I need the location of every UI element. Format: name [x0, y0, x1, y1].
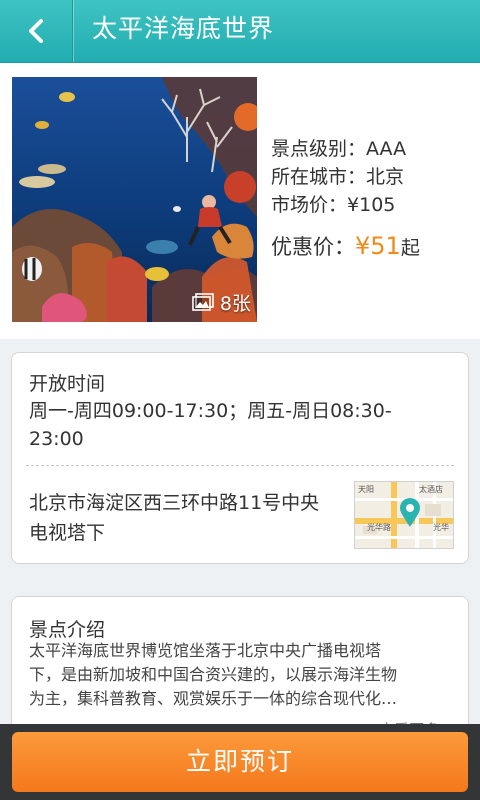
map-label-a: 天阳 [358, 485, 374, 494]
intro-line-1: 太平洋海底世界博览馆坐落于北京中央广播电视塔 [29, 641, 382, 660]
hours-line-1: 周一-周四09:00-17:30；周五-周日08:30- [29, 400, 392, 422]
discount-price-value: ¥51 [355, 232, 401, 260]
address-line-1: 北京市海淀区西三环中路11号中央 [29, 492, 320, 514]
attraction-photo[interactable]: 8张 [12, 77, 257, 322]
chevron-left-icon [29, 19, 43, 43]
opening-hours: 周一-周四09:00-17:30；周五-周日08:30- 23:00 [29, 397, 449, 453]
attraction-summary: 8张 景点级别：AAA 所在城市：北京 市场价：¥105 优惠价：¥51起 [0, 63, 480, 339]
level-value: AAA [366, 138, 407, 160]
hours-location-card: 开放时间 周一-周四09:00-17:30；周五-周日08:30- 23:00 … [11, 352, 469, 564]
discount-price-row: 优惠价：¥51起 [271, 231, 420, 261]
bottom-bar: 立即预订 [0, 724, 480, 800]
map-label-c: 光华路 [367, 523, 391, 532]
photo-count-text: 8张 [219, 292, 251, 315]
photo-count-badge: 8张 [192, 286, 251, 318]
intro-text: 太平洋海底世界博览馆坐落于北京中央广播电视塔 下，是由新加坡和中国合资兴建的，以… [29, 639, 453, 711]
market-price-value: ¥105 [347, 194, 396, 216]
level-row: 景点级别：AAA [271, 135, 420, 163]
market-price-row: 市场价：¥105 [271, 191, 420, 219]
map-pin-icon [400, 498, 420, 527]
city-row: 所在城市：北京 [271, 163, 420, 191]
map-label-d: 光华 [433, 523, 449, 532]
map-label-b: 太酒店 [419, 485, 443, 494]
header-divider [72, 0, 73, 62]
book-now-button[interactable]: 立即预订 [12, 732, 468, 792]
city-value: 北京 [366, 166, 405, 188]
page-title: 太平洋海底世界 [92, 14, 275, 43]
discount-price-label: 优惠价： [271, 235, 355, 259]
intro-line-3: 为主，集科普教育、观赏娱乐于一体的综合现代化… [29, 689, 398, 708]
attraction-facts: 景点级别：AAA 所在城市：北京 市场价：¥105 优惠价：¥51起 [271, 135, 420, 261]
gallery-icon [192, 293, 214, 311]
intro-line-2: 下，是由新加坡和中国合资兴建的，以展示海洋生物 [29, 665, 398, 684]
map-thumbnail[interactable]: 天阳 太酒店 光华路 光华 [354, 481, 454, 549]
intro-title: 景点介绍 [29, 619, 106, 641]
address-line-2: 电视塔下 [29, 522, 106, 544]
hours-line-2: 23:00 [29, 428, 84, 450]
city-label: 所在城市： [271, 166, 367, 188]
level-label: 景点级别： [271, 138, 367, 160]
market-price-label: 市场价： [271, 194, 348, 216]
hours-title: 开放时间 [29, 373, 106, 395]
address-text[interactable]: 北京市海淀区西三环中路11号中央 电视塔下 [29, 488, 349, 548]
back-button[interactable] [0, 0, 72, 62]
dashed-divider [26, 465, 454, 466]
discount-price-suffix: 起 [400, 237, 420, 259]
header-bar: 太平洋海底世界 [0, 0, 480, 63]
